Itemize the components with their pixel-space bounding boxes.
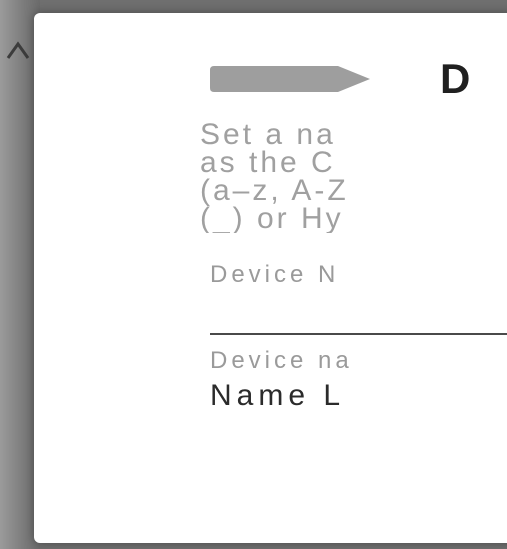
dialog-description: Set a na as the C (a–z, A-Z (_) or Hy — [200, 121, 507, 233]
description-line: Set a na — [200, 121, 336, 151]
dialog-title: D — [440, 55, 472, 102]
device-name-hint-value: Name L — [210, 379, 346, 412]
arrow-badge-icon — [210, 66, 370, 92]
chevron-icon — [6, 41, 30, 59]
description-line: (_) or Hy — [200, 202, 344, 234]
description-line: as the C — [200, 146, 336, 179]
device-name-label: Device N — [210, 261, 340, 288]
device-name-input[interactable] — [210, 295, 507, 335]
device-name-dialog: D Set a na as the C (a–z, A-Z (_) or Hy … — [34, 13, 507, 543]
device-name-hint-label: Device na — [210, 347, 353, 374]
screen: D Set a na as the C (a–z, A-Z (_) or Hy … — [0, 0, 507, 549]
description-line: (a–z, A-Z — [200, 174, 349, 207]
dialog-header: D — [210, 55, 471, 103]
